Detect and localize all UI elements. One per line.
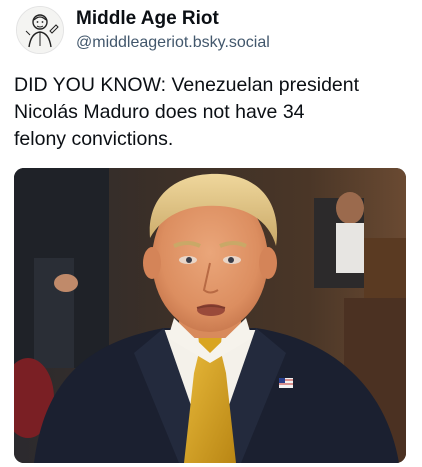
post-text-line: DID YOU KNOW: Venezuelan president <box>14 74 360 96</box>
post-image[interactable] <box>14 168 406 463</box>
author-display-name[interactable]: Middle Age Riot <box>76 8 270 30</box>
post: Middle Age Riot @middleageriot.bsky.soci… <box>0 0 422 467</box>
post-text: DID YOU KNOW: Venezuelan president Nicol… <box>14 72 414 153</box>
post-text-line: Nicolás Maduro does not have 34 <box>14 101 305 123</box>
author-block: Middle Age Riot @middleageriot.bsky.soci… <box>76 8 270 53</box>
post-text-line: felony convictions. <box>14 128 174 150</box>
sketch-portrait-avatar-icon <box>17 7 63 53</box>
author-handle[interactable]: @middleageriot.bsky.social <box>76 33 270 53</box>
man-in-suit-courtroom-photo <box>14 168 406 463</box>
avatar[interactable] <box>16 6 64 54</box>
